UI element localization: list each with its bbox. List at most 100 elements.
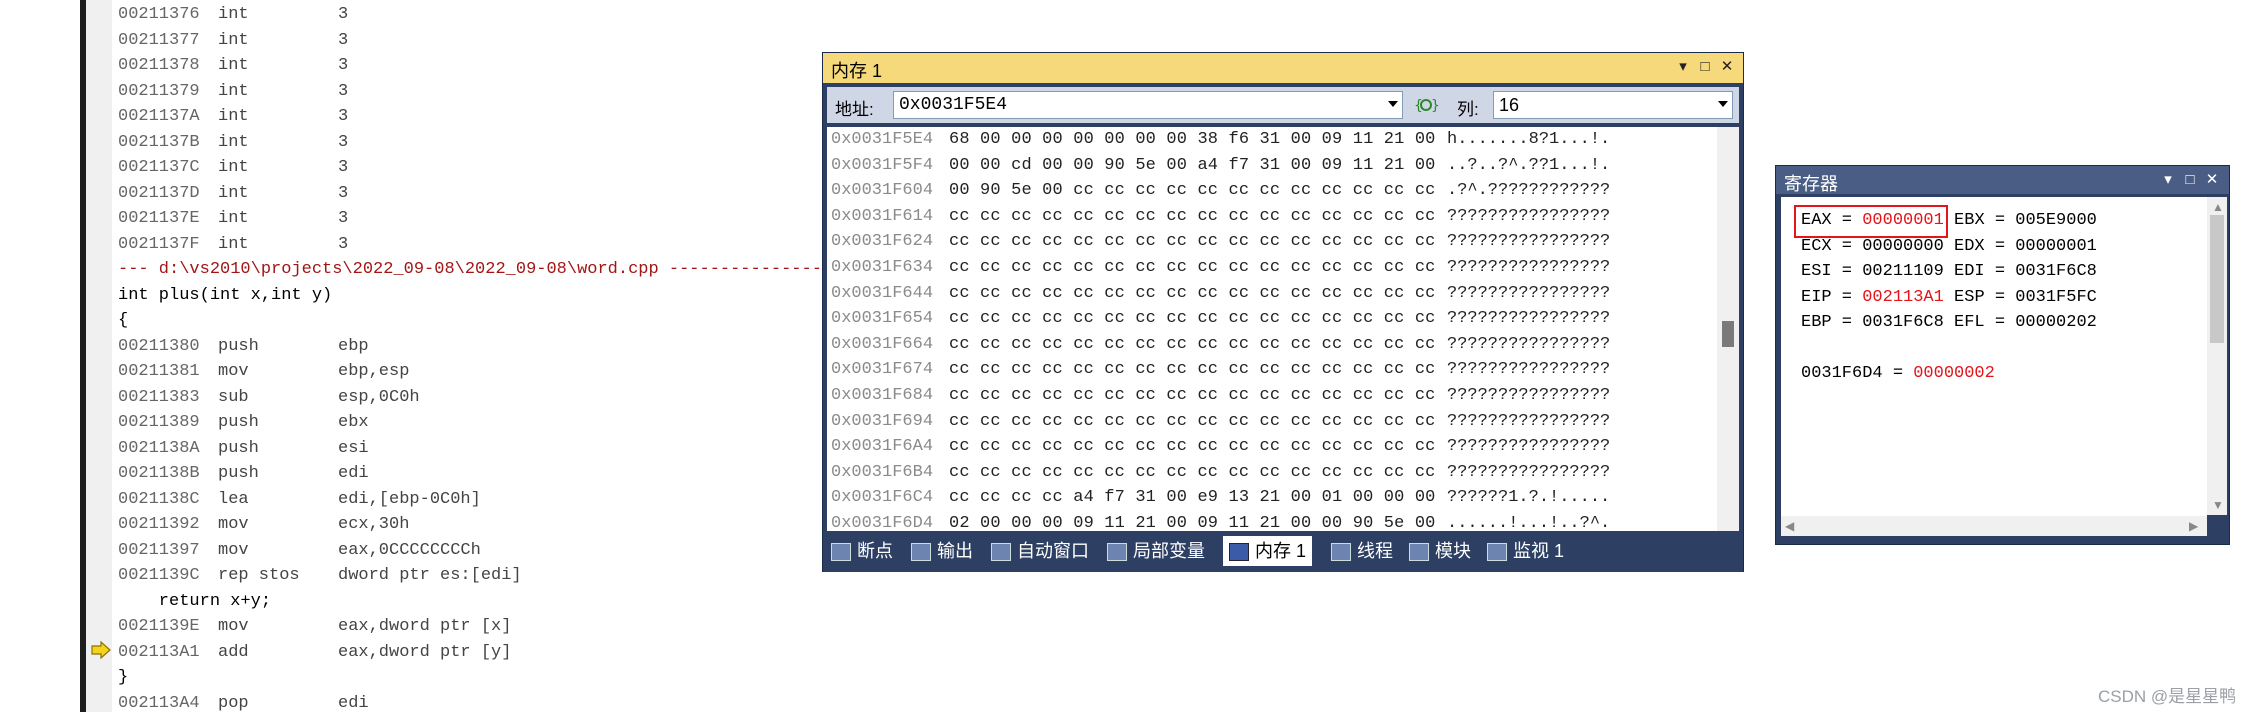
registers-horizontal-scrollbar[interactable]: ◀ ▶ bbox=[1781, 516, 2207, 536]
instruction-address: 00211377 bbox=[118, 30, 200, 50]
source-file-separator[interactable]: --- d:\vs2010\projects\2022_09-08\2022_0… bbox=[118, 257, 883, 282]
memory-grid[interactable]: 0x0031F5E4 68 00 00 00 00 00 00 00 38 f6 … bbox=[827, 127, 1717, 533]
instruction-mnemonic: push bbox=[218, 336, 259, 356]
scroll-up-icon[interactable]: ▲ bbox=[2212, 199, 2224, 215]
memory-window[interactable]: 内存 1 ▾ □ ✕ 地址: 0x0031F5E4 { } 列: 16 0x00… bbox=[822, 52, 1744, 572]
chevron-down-icon[interactable] bbox=[1718, 101, 1728, 107]
columns-label: 列: bbox=[1457, 100, 1479, 119]
instruction-address: 002113A1 bbox=[118, 642, 200, 662]
instruction-operands: 3 bbox=[338, 56, 349, 75]
instruction-operands: eax,dword ptr [x] bbox=[338, 617, 512, 636]
memory-row-address: 0x0031F694 bbox=[831, 411, 934, 431]
dropdown-arrow-icon[interactable]: ▾ bbox=[1673, 57, 1693, 77]
columns-select[interactable]: 16 bbox=[1493, 91, 1733, 119]
register-line: ECX = 00000000 EDX = 00000001 bbox=[1801, 234, 2097, 260]
memory-row-bytes: cc cc cc cc cc cc cc cc cc cc cc cc cc c… bbox=[949, 232, 1436, 252]
memory-row-address: 0x0031F674 bbox=[831, 360, 934, 380]
instruction-operands: eax,0CCCCCCCCh bbox=[338, 540, 481, 560]
registers-scrollbar-thumb[interactable] bbox=[2210, 215, 2224, 343]
tab-label: 局部变量 bbox=[1133, 541, 1205, 561]
close-icon[interactable]: ✕ bbox=[2202, 170, 2222, 190]
memory-row-chars: .?^.???????????? bbox=[1447, 181, 1611, 201]
instruction-mnemonic: int bbox=[218, 107, 249, 126]
memory-row-address: 0x0031F6C4 bbox=[831, 488, 934, 508]
tab-label: 断点 bbox=[857, 541, 893, 561]
autos-icon bbox=[991, 543, 1011, 562]
tab-modules[interactable]: 模块 bbox=[1409, 536, 1471, 566]
source-line[interactable]: { bbox=[118, 308, 128, 333]
instruction-operands: 3 bbox=[338, 183, 349, 203]
memory-row-bytes: cc cc cc cc cc cc cc cc cc cc cc cc cc c… bbox=[949, 437, 1436, 457]
source-line[interactable]: } bbox=[118, 665, 128, 690]
memory-row-bytes: cc cc cc cc cc cc cc cc cc cc cc cc cc c… bbox=[949, 462, 1436, 482]
registers-vertical-scrollbar[interactable]: ▲ ▼ bbox=[2207, 197, 2227, 515]
instruction-operands: esi bbox=[338, 438, 369, 458]
memory-row-address: 0x0031F6B4 bbox=[831, 462, 934, 482]
tab-output[interactable]: 输出 bbox=[911, 536, 973, 566]
memory-window-titlebar[interactable]: 内存 1 ▾ □ ✕ bbox=[823, 53, 1743, 83]
reevaluate-icon[interactable]: { } bbox=[1413, 93, 1439, 117]
scroll-right-icon[interactable]: ▶ bbox=[2189, 518, 2198, 534]
tab-locals[interactable]: 局部变量 bbox=[1107, 536, 1205, 566]
source-line[interactable]: return x+y; bbox=[118, 589, 271, 614]
scroll-left-icon[interactable]: ◀ bbox=[1785, 518, 1794, 534]
tab-autos[interactable]: 自动窗口 bbox=[991, 536, 1089, 566]
instruction-operands: 3 bbox=[338, 81, 349, 101]
tab-memory[interactable]: 内存 1 bbox=[1223, 536, 1313, 566]
memory-row-chars: ???????????????? bbox=[1447, 360, 1611, 380]
instruction-address: 0021139E bbox=[118, 617, 200, 636]
memory-row-bytes: cc cc cc cc cc cc cc cc cc cc cc cc cc c… bbox=[949, 360, 1436, 380]
memory-row-chars: ......!...!..?^. bbox=[1447, 514, 1611, 533]
memory-row-address: 0x0031F5F4 bbox=[831, 155, 934, 175]
memory-row-chars: ???????????????? bbox=[1447, 437, 1611, 457]
instruction-mnemonic: push bbox=[218, 413, 259, 432]
memory-scrollbar-thumb[interactable] bbox=[1722, 321, 1734, 347]
scroll-down-icon[interactable]: ▼ bbox=[2212, 497, 2224, 513]
instruction-operands: 3 bbox=[338, 30, 349, 50]
instruction-address: 00211380 bbox=[118, 336, 200, 356]
tab-breakpoint[interactable]: 断点 bbox=[831, 536, 893, 566]
chevron-down-icon[interactable] bbox=[1388, 101, 1398, 107]
changed-register-value: 002113A1 bbox=[1862, 287, 1944, 307]
register-line: EBP = 0031F6C8 EFL = 00000202 bbox=[1801, 310, 2097, 336]
register-text: ESP = 0031F5FC bbox=[1943, 287, 2097, 307]
dropdown-arrow-icon[interactable]: ▾ bbox=[2158, 170, 2178, 190]
watermark: CSDN @是星星鸭 bbox=[2098, 687, 2237, 706]
register-text: EIP = bbox=[1801, 287, 1863, 307]
register-text: EAX = bbox=[1801, 211, 1863, 230]
instruction-address: 00211397 bbox=[118, 540, 200, 560]
instruction-mnemonic: int bbox=[218, 132, 249, 152]
instruction-mnemonic: int bbox=[218, 183, 249, 203]
instruction-address: 00211378 bbox=[118, 56, 200, 75]
instruction-mnemonic: lea bbox=[218, 489, 249, 509]
instruction-mnemonic: mov bbox=[218, 362, 249, 381]
tab-threads[interactable]: 线程 bbox=[1331, 536, 1393, 566]
instruction-mnemonic: int bbox=[218, 158, 249, 177]
registers-list[interactable]: EAX = 00000001 EBX = 005E9000 ECX = 00000… bbox=[1781, 197, 2207, 535]
memory-row-address: 0x0031F684 bbox=[831, 386, 934, 405]
memory-row-chars: ???????????????? bbox=[1447, 334, 1611, 354]
maximize-icon[interactable]: □ bbox=[1695, 57, 1715, 77]
address-input[interactable]: 0x0031F5E4 bbox=[893, 91, 1403, 119]
breakpoint-margin[interactable] bbox=[86, 0, 112, 712]
source-line[interactable]: int plus(int x,int y) bbox=[118, 283, 332, 308]
close-icon[interactable]: ✕ bbox=[1717, 57, 1737, 77]
registers-window-titlebar[interactable]: 寄存器 ▾ □ ✕ bbox=[1776, 166, 2229, 194]
tab-label: 输出 bbox=[937, 541, 973, 561]
disassembly-view[interactable]: 00211376 int 3 00211377 int 3 00211378 int 3 0021… bbox=[118, 0, 938, 713]
instruction-mnemonic: int bbox=[218, 5, 249, 24]
registers-window[interactable]: 寄存器 ▾ □ ✕ EAX = 00000001 EBX = 005E9000 E… bbox=[1775, 165, 2230, 545]
instruction-address: 00211381 bbox=[118, 362, 200, 381]
memory-icon bbox=[1229, 543, 1249, 562]
instruction-address: 0021138A bbox=[118, 438, 200, 458]
memory-row-address: 0x0031F5E4 bbox=[831, 130, 934, 149]
instruction-operands: 3 bbox=[338, 107, 349, 126]
memory-row-address: 0x0031F614 bbox=[831, 206, 934, 226]
tab-watch[interactable]: 监视 1 bbox=[1487, 536, 1564, 566]
maximize-icon[interactable]: □ bbox=[2180, 170, 2200, 190]
instruction-operands: dword ptr es:[edi] bbox=[338, 566, 522, 585]
memory-row-chars: h.......8?1...!. bbox=[1447, 130, 1611, 149]
memory-scrollbar[interactable] bbox=[1717, 127, 1739, 531]
instruction-mnemonic: mov bbox=[218, 515, 249, 534]
watch-icon bbox=[1487, 543, 1507, 562]
